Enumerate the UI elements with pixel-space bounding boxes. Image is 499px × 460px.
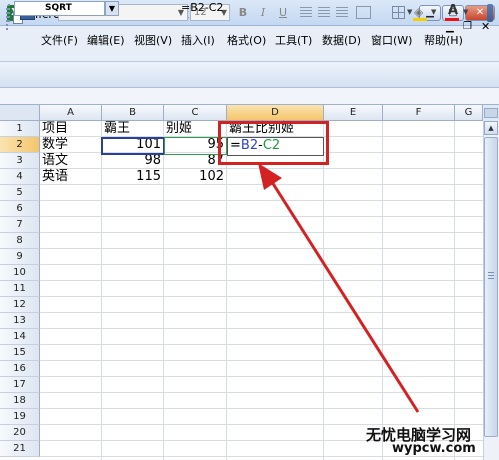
- row-header-7[interactable]: 7: [0, 217, 40, 233]
- column-header-g[interactable]: G: [455, 105, 483, 121]
- row-gridline: [40, 360, 483, 361]
- cell-b3[interactable]: 98: [102, 153, 164, 169]
- row-gridline: [40, 408, 483, 409]
- cell-a2[interactable]: 数学: [40, 137, 102, 153]
- align-center-icon[interactable]: [318, 7, 330, 18]
- bold-button[interactable]: B: [236, 5, 250, 20]
- reference-b2-highlight: [101, 137, 165, 155]
- column-header-e[interactable]: E: [324, 105, 383, 121]
- row-gridline: [40, 200, 483, 201]
- cell-a3[interactable]: 语文: [40, 153, 102, 169]
- menu-file[interactable]: 文件(F): [41, 32, 78, 48]
- row-header-13[interactable]: 13: [0, 313, 40, 329]
- menu-insert[interactable]: 插入(I): [181, 32, 215, 48]
- menu-view[interactable]: 视图(V): [134, 32, 172, 48]
- row-gridline: [40, 328, 483, 329]
- row-gridline: [40, 232, 483, 233]
- workbook-restore-button[interactable]: ❐: [463, 21, 472, 32]
- align-right-icon[interactable]: [336, 7, 348, 18]
- select-all-corner[interactable]: [0, 105, 40, 121]
- formula-input[interactable]: =B2-C2: [181, 1, 223, 14]
- row-header-11[interactable]: 11: [0, 281, 40, 297]
- row-gridline: [40, 296, 483, 297]
- row-header-15[interactable]: 15: [0, 345, 40, 361]
- chevron-down-icon[interactable]: ▼: [105, 1, 119, 16]
- cell-b4[interactable]: 115: [102, 169, 164, 185]
- chevron-down-icon[interactable]: ▼: [407, 8, 412, 16]
- row-header-17[interactable]: 17: [0, 377, 40, 393]
- row-header-21[interactable]: 21: [0, 441, 40, 457]
- row-header-19[interactable]: 19: [0, 409, 40, 425]
- menu-data[interactable]: 数据(D): [322, 32, 361, 48]
- formatting-toolbar: [0, 62, 499, 88]
- column-header-b[interactable]: B: [102, 105, 164, 121]
- borders-icon[interactable]: [392, 6, 405, 19]
- thumb-grip-icon: [488, 272, 494, 280]
- row-header-3[interactable]: 3: [0, 153, 40, 169]
- row-gridline: [40, 376, 483, 377]
- row-header-10[interactable]: 10: [0, 265, 40, 281]
- row-gridline: [40, 216, 483, 217]
- menu-format[interactable]: 格式(O): [227, 32, 266, 48]
- row-gridline: [40, 280, 483, 281]
- scroll-up-icon[interactable]: ▲: [484, 121, 498, 135]
- cell-a1[interactable]: 项目: [40, 121, 102, 137]
- align-left-icon[interactable]: [300, 7, 312, 18]
- row-gridline: [40, 264, 483, 265]
- merge-center-icon[interactable]: [356, 6, 371, 19]
- name-box[interactable]: SQRT: [14, 1, 105, 16]
- font-color-icon[interactable]: A: [446, 3, 460, 18]
- column-header-a[interactable]: A: [40, 105, 102, 121]
- workbook-minimize-button[interactable]: ▁: [446, 22, 454, 33]
- fill-color-icon[interactable]: ◈: [414, 5, 428, 19]
- row-header-5[interactable]: 5: [0, 185, 40, 201]
- cell-c4[interactable]: 102: [164, 169, 227, 185]
- row-gridline: [40, 312, 483, 313]
- chevron-down-icon[interactable]: ▼: [463, 8, 468, 16]
- annotation-box: [218, 121, 329, 165]
- row-gridline: [40, 344, 483, 345]
- toolbar-options-icon[interactable]: [487, 4, 493, 22]
- menu-tools[interactable]: 工具(T): [275, 32, 312, 48]
- row-header-6[interactable]: 6: [0, 201, 40, 217]
- row-header-12[interactable]: 12: [0, 297, 40, 313]
- column-header-d[interactable]: D: [227, 105, 324, 121]
- cell-a4[interactable]: 英语: [40, 169, 102, 185]
- column-gridline: [323, 121, 324, 460]
- toolbar-grip[interactable]: [8, 4, 12, 22]
- row-header-16[interactable]: 16: [0, 361, 40, 377]
- row-header-18[interactable]: 18: [0, 393, 40, 409]
- row-header-8[interactable]: 8: [0, 233, 40, 249]
- row-header-14[interactable]: 14: [0, 329, 40, 345]
- row-gridline: [40, 248, 483, 249]
- column-gridline: [382, 121, 383, 460]
- row-header-9[interactable]: 9: [0, 249, 40, 265]
- font-color-swatch: [445, 18, 459, 21]
- chevron-down-icon[interactable]: ▼: [431, 8, 436, 16]
- row-header-20[interactable]: 20: [0, 425, 40, 441]
- scrollbar-thumb[interactable]: [484, 137, 498, 437]
- row-header-1[interactable]: 1: [0, 121, 40, 137]
- column-header-c[interactable]: C: [164, 105, 227, 121]
- underline-button[interactable]: U: [276, 5, 290, 20]
- split-box[interactable]: [484, 108, 498, 118]
- row-gridline: [40, 456, 483, 457]
- menu-edit[interactable]: 编辑(E): [87, 32, 125, 48]
- row-header-2[interactable]: 2: [0, 137, 40, 153]
- row-gridline: [40, 392, 483, 393]
- watermark-url: wypcw.com: [392, 441, 476, 456]
- menu-help[interactable]: 帮助(H): [424, 32, 463, 48]
- cell-b1[interactable]: 霸王: [102, 121, 164, 137]
- column-gridline: [454, 121, 455, 460]
- row-header-4[interactable]: 4: [0, 169, 40, 185]
- column-header-f[interactable]: F: [383, 105, 455, 121]
- italic-button[interactable]: I: [256, 5, 270, 20]
- menu-window[interactable]: 窗口(W): [371, 32, 412, 48]
- formula-bar: [0, 88, 499, 105]
- fill-color-swatch: [413, 18, 427, 21]
